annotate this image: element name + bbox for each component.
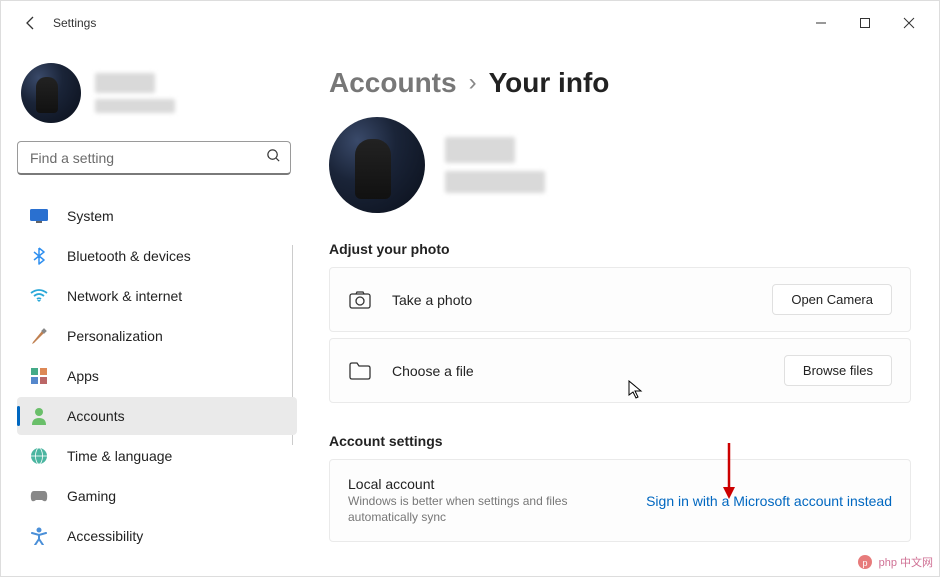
sidebar-item-label: Accessibility xyxy=(67,528,143,544)
accessibility-icon xyxy=(29,526,49,546)
local-account-title: Local account xyxy=(348,476,608,492)
section-heading-account: Account settings xyxy=(329,433,911,449)
choose-file-label: Choose a file xyxy=(392,363,764,379)
browse-files-button[interactable]: Browse files xyxy=(784,355,892,386)
sidebar-item-label: Accounts xyxy=(67,408,125,424)
sidebar-item-label: Bluetooth & devices xyxy=(67,248,191,264)
avatar xyxy=(21,63,81,123)
minimize-button[interactable] xyxy=(811,13,831,33)
avatar-large xyxy=(329,117,425,213)
sidebar-item-label: Gaming xyxy=(67,488,116,504)
main-content: Accounts › Your info Adjust your photo T… xyxy=(301,45,939,578)
search-icon xyxy=(266,148,281,168)
page-title: Your info xyxy=(489,67,610,99)
sidebar-item-network[interactable]: Network & internet xyxy=(17,277,297,315)
sidebar-item-label: Time & language xyxy=(67,448,172,464)
user-name-redacted xyxy=(95,73,175,113)
wifi-icon xyxy=(29,286,49,306)
sidebar-item-accounts[interactable]: Accounts xyxy=(17,397,297,435)
profile-block[interactable] xyxy=(17,57,297,141)
sidebar-item-label: Network & internet xyxy=(67,288,182,304)
sign-in-microsoft-link[interactable]: Sign in with a Microsoft account instead xyxy=(646,493,892,509)
person-icon xyxy=(29,406,49,426)
profile-header xyxy=(329,117,911,213)
breadcrumb-parent[interactable]: Accounts xyxy=(329,67,457,99)
close-button[interactable] xyxy=(899,13,919,33)
choose-file-card: Choose a file Browse files xyxy=(329,338,911,403)
sidebar-item-apps[interactable]: Apps xyxy=(17,357,297,395)
sidebar-item-label: Apps xyxy=(67,368,99,384)
profile-name-redacted xyxy=(445,137,545,193)
brush-icon xyxy=(29,326,49,346)
svg-text:p: p xyxy=(862,558,867,568)
chevron-right-icon: › xyxy=(469,69,477,97)
local-account-card: Local account Windows is better when set… xyxy=(329,459,911,542)
sidebar-item-accessibility[interactable]: Accessibility xyxy=(17,517,297,555)
local-account-desc: Windows is better when settings and file… xyxy=(348,494,608,525)
open-camera-button[interactable]: Open Camera xyxy=(772,284,892,315)
sidebar: System Bluetooth & devices Network & int… xyxy=(1,45,301,578)
game-icon xyxy=(29,486,49,506)
search-input[interactable] xyxy=(17,141,291,175)
sidebar-item-bluetooth[interactable]: Bluetooth & devices xyxy=(17,237,297,275)
sidebar-item-label: System xyxy=(67,208,114,224)
back-button[interactable] xyxy=(13,5,49,41)
apps-icon xyxy=(29,366,49,386)
window-title: Settings xyxy=(53,16,96,30)
sidebar-item-label: Personalization xyxy=(67,328,163,344)
watermark: p php 中文网 xyxy=(857,554,933,570)
sidebar-item-system[interactable]: System xyxy=(17,197,297,235)
breadcrumb: Accounts › Your info xyxy=(329,67,911,99)
sidebar-item-personalization[interactable]: Personalization xyxy=(17,317,297,355)
search-box[interactable] xyxy=(17,141,291,175)
maximize-button[interactable] xyxy=(855,13,875,33)
camera-icon xyxy=(348,288,372,312)
bluetooth-icon xyxy=(29,246,49,266)
monitor-icon xyxy=(29,206,49,226)
nav: System Bluetooth & devices Network & int… xyxy=(17,197,297,555)
take-photo-label: Take a photo xyxy=(392,292,752,308)
folder-icon xyxy=(348,359,372,383)
sidebar-item-gaming[interactable]: Gaming xyxy=(17,477,297,515)
sidebar-item-time-language[interactable]: Time & language xyxy=(17,437,297,475)
globe-icon xyxy=(29,446,49,466)
section-heading-photo: Adjust your photo xyxy=(329,241,911,257)
take-photo-card: Take a photo Open Camera xyxy=(329,267,911,332)
